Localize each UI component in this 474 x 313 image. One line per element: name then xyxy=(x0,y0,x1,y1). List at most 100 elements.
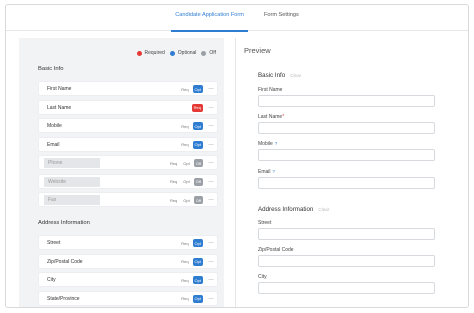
legend-off-label: Off xyxy=(209,50,216,56)
more-options-icon[interactable]: … xyxy=(208,295,214,301)
preview-label-mobile: Mobile? xyxy=(258,141,277,147)
field-label: City xyxy=(47,277,56,283)
field-label: Mobile xyxy=(47,123,62,129)
legend-required-label: Required xyxy=(144,50,165,56)
state-toggle[interactable]: Req Opt xyxy=(179,257,203,266)
toggle-req[interactable]: Req xyxy=(179,141,190,149)
field-label: Zip/Postal Code xyxy=(47,258,83,265)
toggle-req[interactable]: Req xyxy=(179,276,190,284)
more-options-icon[interactable]: … xyxy=(208,178,214,184)
toggle-req[interactable]: Req xyxy=(179,239,190,247)
toggle-req[interactable]: Req xyxy=(168,178,179,186)
toggle-opt[interactable]: Opt xyxy=(192,122,203,130)
field-label: State/Province xyxy=(47,295,80,302)
more-options-icon[interactable]: … xyxy=(208,159,214,165)
toggle-opt[interactable]: Opt xyxy=(192,294,203,303)
mobile-label-text: Mobile xyxy=(258,141,273,147)
required-dot-icon xyxy=(136,50,142,56)
toggle-opt[interactable]: Opt xyxy=(181,178,191,186)
more-options-icon[interactable]: … xyxy=(208,276,214,282)
state-toggle[interactable]: Req Opt Off xyxy=(168,159,203,167)
state-toggle[interactable]: Req Opt Off xyxy=(168,196,203,204)
legend-optional-label: Optional xyxy=(177,50,197,56)
field-row[interactable]: City Req Opt … xyxy=(38,272,218,287)
help-icon[interactable]: ? xyxy=(273,169,276,174)
field-row[interactable]: Last Name Req … xyxy=(38,99,218,115)
city-input[interactable] xyxy=(258,282,435,294)
legend-off: Off xyxy=(201,50,216,56)
more-options-icon[interactable]: … xyxy=(208,141,214,147)
preview-label-email: Email? xyxy=(258,169,275,175)
help-icon[interactable]: ? xyxy=(275,141,278,146)
first-name-input[interactable] xyxy=(258,95,435,107)
section-title-address: Address Information xyxy=(38,220,90,226)
toggle-off[interactable]: Off xyxy=(193,196,203,204)
tab-form-settings[interactable]: Form Settings xyxy=(264,5,299,31)
field-row[interactable]: Fax Req Opt Off … xyxy=(38,192,218,207)
toggle-off[interactable]: Off xyxy=(193,177,203,186)
last-name-input[interactable] xyxy=(258,122,435,134)
field-label: Last Name xyxy=(47,104,72,111)
toggle-req[interactable]: Req xyxy=(191,103,203,112)
legend-required: Required xyxy=(136,50,165,56)
field-row[interactable]: Street Req Opt… xyxy=(38,235,218,250)
field-label: Email xyxy=(47,141,60,148)
email-input[interactable] xyxy=(258,177,435,189)
clear-address-link[interactable]: Clear xyxy=(318,207,329,212)
street-input[interactable] xyxy=(258,228,435,240)
mobile-input[interactable] xyxy=(258,149,435,161)
preview-section-basic: Basic Info Clear xyxy=(258,72,301,79)
toggle-opt[interactable]: Opt xyxy=(192,85,203,93)
toggle-req[interactable]: Req xyxy=(168,196,179,204)
toggle-req[interactable]: Req xyxy=(179,85,190,93)
preview-title: Preview xyxy=(244,46,271,55)
toggle-req[interactable]: Req xyxy=(179,295,190,303)
field-row[interactable]: Phone Req Opt Off … xyxy=(38,155,218,170)
field-label: Phone xyxy=(44,158,100,168)
field-label: First Name xyxy=(47,86,72,92)
last-name-label-text: Last Name xyxy=(258,114,283,120)
email-label-text: Email xyxy=(258,169,271,175)
toggle-req[interactable]: Req xyxy=(179,122,190,130)
more-options-icon[interactable]: … xyxy=(208,196,214,202)
toggle-opt[interactable]: Opt xyxy=(181,159,191,167)
toggle-off[interactable]: Off xyxy=(193,159,203,167)
state-toggle[interactable]: Req Opt xyxy=(179,140,203,149)
field-row[interactable]: Email Req Opt … xyxy=(38,136,218,152)
preview-label-first-name: First Name xyxy=(258,87,283,93)
field-row[interactable]: State/Province Req Opt … xyxy=(38,290,218,306)
more-options-icon[interactable]: … xyxy=(208,258,214,264)
state-toggle[interactable]: Req Opt xyxy=(179,239,203,247)
toggle-opt[interactable]: Opt xyxy=(192,257,203,266)
preview-section-address-label: Address Information xyxy=(258,206,314,213)
more-options-icon[interactable]: … xyxy=(208,122,214,128)
field-row[interactable]: Zip/Postal Code Req Opt … xyxy=(38,253,218,269)
state-toggle[interactable]: Req Opt Off xyxy=(168,177,203,186)
toggle-opt[interactable]: Opt xyxy=(192,140,203,149)
state-toggle[interactable]: Req Opt xyxy=(179,294,203,303)
toggle-opt[interactable]: Opt xyxy=(181,196,191,204)
state-toggle[interactable]: Req Opt xyxy=(179,85,203,93)
field-row[interactable]: Mobile Req Opt … xyxy=(38,118,218,133)
state-toggle[interactable]: Req xyxy=(191,103,203,112)
more-options-icon[interactable]: … xyxy=(208,239,214,245)
toggle-req[interactable]: Req xyxy=(168,159,179,167)
legend: Required Optional Off xyxy=(136,50,216,56)
tab-candidate-application-form[interactable]: Candidate Application Form xyxy=(171,5,248,32)
toggle-opt[interactable]: Opt xyxy=(192,239,203,247)
more-options-icon[interactable]: … xyxy=(208,104,214,110)
state-toggle[interactable]: Req Opt xyxy=(179,276,203,284)
toggle-req[interactable]: Req xyxy=(179,258,190,266)
required-asterisk: * xyxy=(282,114,285,120)
more-options-icon[interactable]: … xyxy=(208,85,214,91)
field-config-panel: Required Optional Off Basic Info First N… xyxy=(19,38,224,307)
preview-label-street: Street xyxy=(258,220,272,226)
field-row[interactable]: Website Req Opt Off… xyxy=(38,173,218,189)
toggle-opt[interactable]: Opt xyxy=(192,276,203,284)
clear-basic-link[interactable]: Clear xyxy=(290,73,301,78)
zip-input[interactable] xyxy=(258,255,435,267)
state-toggle[interactable]: Req Opt xyxy=(179,122,203,130)
field-row[interactable]: First Name Req Opt … xyxy=(38,81,218,96)
field-label: Fax xyxy=(44,195,100,205)
legend-optional: Optional xyxy=(169,50,197,56)
